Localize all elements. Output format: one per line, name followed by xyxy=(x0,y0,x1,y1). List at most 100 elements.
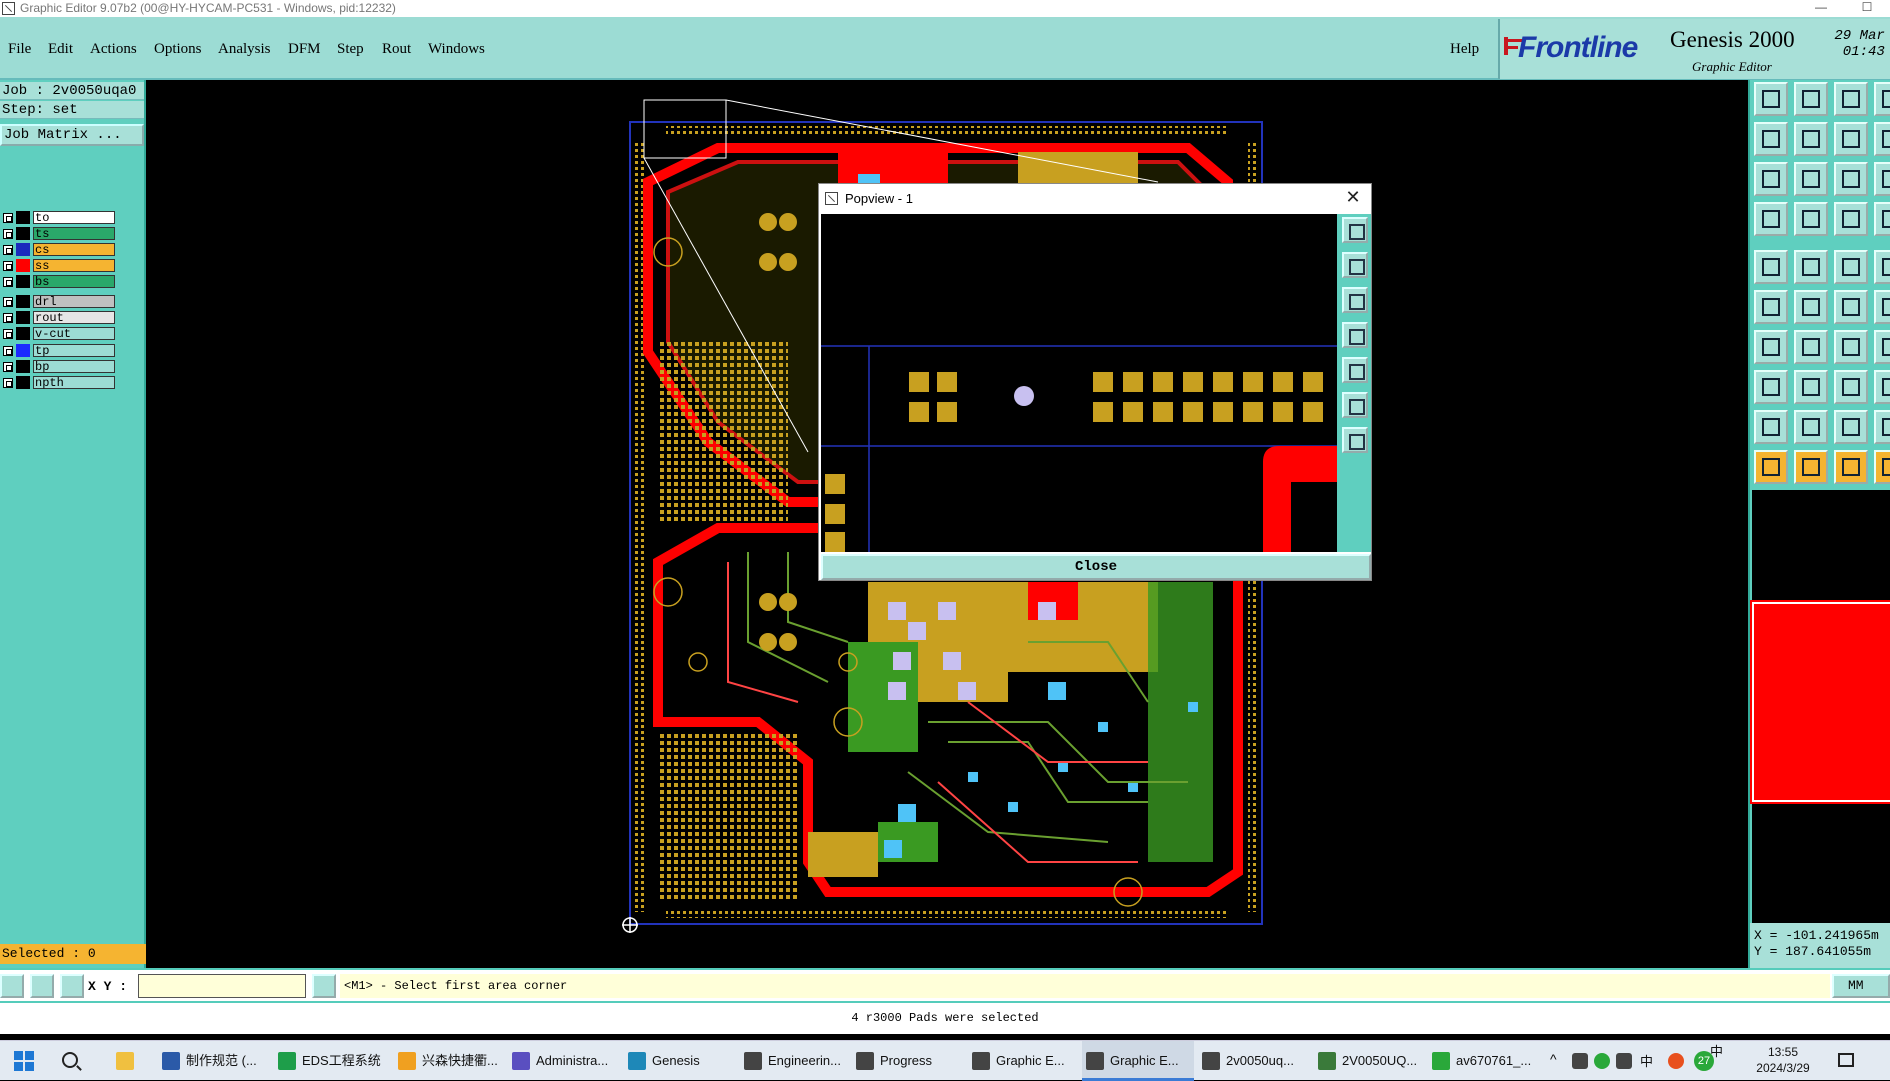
connect-icon[interactable] xyxy=(1754,290,1788,324)
layer-name[interactable]: ss xyxy=(33,259,115,273)
popview-close-icon[interactable]: ✕ xyxy=(1343,187,1363,208)
taskbar-app-6[interactable]: Progress xyxy=(852,1041,964,1081)
taskbar-app-4[interactable]: Genesis xyxy=(624,1041,736,1081)
add-line-icon[interactable] xyxy=(1794,250,1828,284)
layer-name[interactable]: cs xyxy=(33,243,115,257)
layer-row-to[interactable]: to xyxy=(0,210,118,225)
layer-name[interactable]: v-cut xyxy=(33,327,115,341)
delete-icon[interactable] xyxy=(1794,290,1828,324)
copy-icon[interactable] xyxy=(1874,122,1890,156)
layer-checkbox[interactable] xyxy=(3,213,13,223)
layer-checkbox[interactable] xyxy=(3,297,13,307)
shape-a-icon[interactable] xyxy=(1794,410,1828,444)
layer-name[interactable]: bs xyxy=(33,275,115,289)
menu-rout[interactable]: Rout xyxy=(382,41,411,58)
popview-pan-right-icon[interactable] xyxy=(1342,357,1368,383)
snap-icon[interactable] xyxy=(1754,202,1788,236)
add-text-icon[interactable] xyxy=(1834,250,1868,284)
layer-checkbox[interactable] xyxy=(3,261,13,271)
menu-options[interactable]: Options xyxy=(154,41,202,58)
file-explorer-button[interactable] xyxy=(112,1041,144,1081)
layer-row-cs[interactable]: cs xyxy=(0,242,118,257)
triangle-icon[interactable] xyxy=(1754,410,1788,444)
window-titlebar[interactable]: Graphic Editor 9.07b2 (00@HY-HYCAM-PC531… xyxy=(0,0,1890,17)
save-icon[interactable] xyxy=(1794,82,1828,116)
probe-icon[interactable] xyxy=(1874,370,1890,404)
zoom-in-icon[interactable] xyxy=(1794,162,1828,196)
layer-row-v-cut[interactable]: v-cut xyxy=(0,326,118,341)
taskbar-app-9[interactable]: 2v0050uq... xyxy=(1198,1041,1310,1081)
layer-color-swatch[interactable] xyxy=(16,311,30,324)
home-icon[interactable] xyxy=(1834,82,1868,116)
feature-info-icon[interactable] xyxy=(1834,202,1868,236)
wechat-icon[interactable] xyxy=(1594,1053,1610,1069)
layer-row-ts[interactable]: ts xyxy=(0,226,118,241)
move-right-icon[interactable] xyxy=(1794,122,1828,156)
add-pad-icon[interactable] xyxy=(1754,250,1788,284)
popview-pan-left-icon[interactable] xyxy=(1342,322,1368,348)
select-box-icon[interactable] xyxy=(1794,450,1828,484)
layer-color-swatch[interactable] xyxy=(16,211,30,224)
layer-row-drl[interactable]: drl xyxy=(0,294,118,309)
cut-icon[interactable] xyxy=(1834,290,1868,324)
menu-edit[interactable]: Edit xyxy=(48,41,73,58)
add-surface-icon[interactable] xyxy=(1874,250,1890,284)
paste-icon[interactable] xyxy=(1874,290,1890,324)
layer-row-npth[interactable]: npth xyxy=(0,375,118,390)
select-all-icon[interactable] xyxy=(1874,450,1890,484)
layer-color-swatch[interactable] xyxy=(16,227,30,240)
layer-name[interactable]: drl xyxy=(33,295,115,309)
units-button[interactable]: MM xyxy=(1832,974,1890,998)
search-icon[interactable] xyxy=(62,1052,78,1068)
notifications-icon[interactable] xyxy=(1838,1053,1854,1067)
symbol-icon[interactable] xyxy=(1874,330,1890,364)
taskbar-app-5[interactable]: Engineerin... xyxy=(740,1041,852,1081)
layer-row-tp[interactable]: tp xyxy=(0,343,118,358)
layer-row-bp[interactable]: bp xyxy=(0,359,118,374)
layer-checkbox[interactable] xyxy=(3,229,13,239)
taskbar-app-2[interactable]: 兴森快捷衢... xyxy=(394,1041,506,1081)
input-cursor-icon[interactable] xyxy=(312,974,336,998)
layer-row-rout[interactable]: rout xyxy=(0,310,118,325)
menu-actions[interactable]: Actions xyxy=(90,41,137,58)
job-matrix-button[interactable]: Job Matrix ... xyxy=(0,124,144,146)
menu-step[interactable]: Step xyxy=(337,41,364,58)
layer-name[interactable]: to xyxy=(33,211,115,225)
layer-checkbox[interactable] xyxy=(3,313,13,323)
line-select-icon[interactable] xyxy=(1794,370,1828,404)
layer-row-ss[interactable]: ss xyxy=(0,258,118,273)
layer-checkbox[interactable] xyxy=(3,346,13,356)
menu-dfm[interactable]: DFM xyxy=(288,41,321,58)
layer-checkbox[interactable] xyxy=(3,277,13,287)
measure-icon[interactable] xyxy=(1794,202,1828,236)
ime-indicator[interactable]: 中 xyxy=(1640,1051,1653,1070)
popview-close-button[interactable]: Close xyxy=(821,554,1371,580)
layer-name[interactable]: rout xyxy=(33,311,115,325)
menu-file[interactable]: File xyxy=(8,41,31,58)
start-button[interactable] xyxy=(14,1051,34,1071)
menu-help[interactable]: Help xyxy=(1450,41,1479,58)
measure-dist-icon[interactable] xyxy=(1834,370,1868,404)
layer-color-swatch[interactable] xyxy=(16,295,30,308)
select-poly-icon[interactable] xyxy=(1834,450,1868,484)
sogou-icon[interactable] xyxy=(1668,1053,1684,1069)
shape-b-icon[interactable] xyxy=(1874,410,1890,444)
popview-drawing[interactable] xyxy=(821,214,1337,552)
maximize-button[interactable]: ☐ xyxy=(1844,0,1890,17)
layer-color-swatch[interactable] xyxy=(16,344,30,357)
layer-color-swatch[interactable] xyxy=(16,360,30,373)
zoom-window-icon[interactable] xyxy=(1874,162,1890,196)
taskbar-app-0[interactable]: 制作规范 (... xyxy=(158,1041,270,1081)
angle-icon[interactable] xyxy=(1754,330,1788,364)
taskbar-app-8[interactable]: Graphic E... xyxy=(1082,1041,1194,1081)
zoom-ratio-icon[interactable] xyxy=(1834,162,1868,196)
layer-checkbox[interactable] xyxy=(3,329,13,339)
select-arrow-icon[interactable] xyxy=(1754,450,1788,484)
shape-a2-icon[interactable] xyxy=(1834,410,1868,444)
taskbar-app-1[interactable]: EDS工程系统 xyxy=(274,1041,386,1081)
line-icon[interactable] xyxy=(1794,330,1828,364)
grid-mode-icon[interactable] xyxy=(60,974,84,998)
taskbar-app-3[interactable]: Administra... xyxy=(508,1041,620,1081)
popview-pan-up-icon[interactable] xyxy=(1342,252,1368,278)
feature-select-icon[interactable] xyxy=(1874,202,1890,236)
